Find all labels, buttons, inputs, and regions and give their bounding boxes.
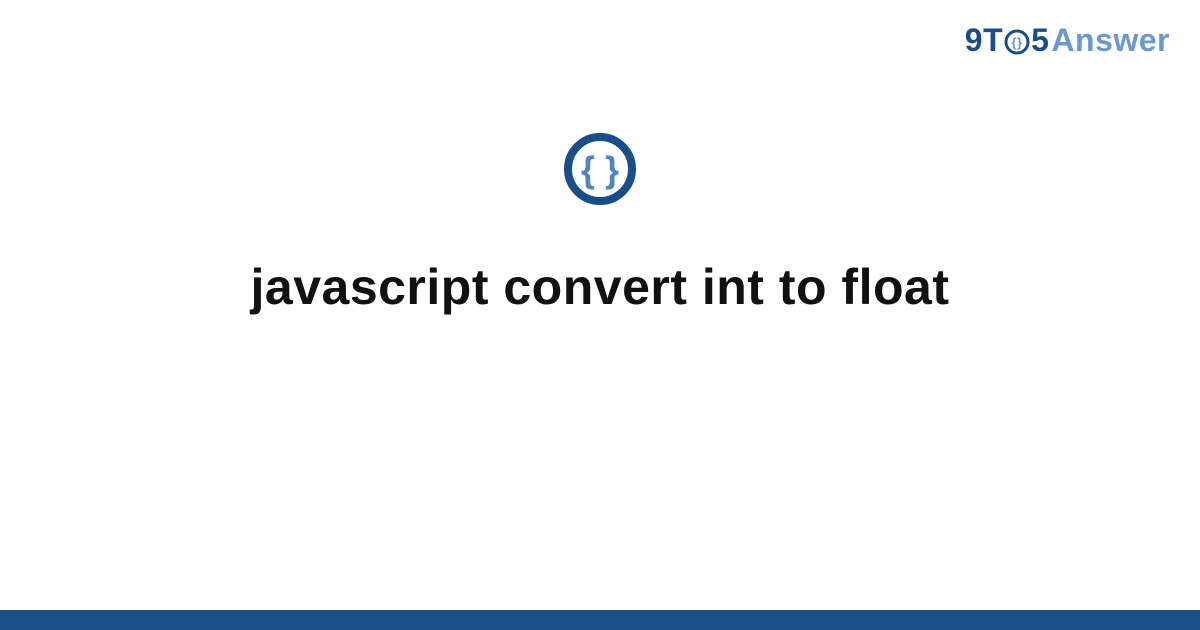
brand-t: T [983,22,1003,59]
brand-answer: Answer [1051,22,1170,59]
braces-circle-icon: { } [561,130,639,213]
brand-o-icon: {} [1004,29,1030,55]
brand-five: 5 [1031,22,1049,59]
page-title: javascript convert int to float [0,258,1200,316]
footer-bar [0,610,1200,630]
brand-nine: 9 [965,22,983,59]
svg-text:{}: {} [1012,35,1023,50]
svg-text:{ }: { } [581,149,619,190]
brand-logo: 9 T {} 5 Answer [965,22,1170,59]
page-root: 9 T {} 5 Answer { } javascript convert i… [0,0,1200,630]
